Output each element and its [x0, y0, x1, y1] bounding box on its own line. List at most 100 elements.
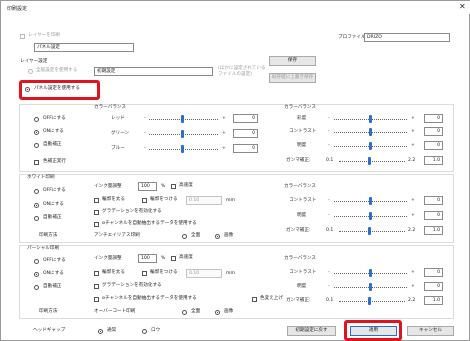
green-slider-thumb[interactable] — [181, 130, 184, 138]
color-balance-label: カラーバランス — [94, 105, 127, 110]
white-on-radio[interactable] — [34, 203, 39, 208]
partial-gradient-label: グラデーションを有効化する — [102, 283, 162, 288]
gamma-value-field[interactable]: 1.0 — [424, 156, 443, 165]
partial-mm-label: mm — [226, 271, 235, 276]
green-minus: - — [144, 131, 146, 136]
restore-defaults-button[interactable]: 初期設定に戻す — [287, 326, 336, 336]
use-general-settings-label: 全般設定を使用する — [36, 68, 78, 73]
partial-contrast-thumb[interactable] — [369, 269, 372, 277]
saturation-slider-thumb[interactable] — [369, 115, 372, 123]
use-general-settings-radio[interactable] — [28, 69, 33, 74]
white-contrast-thumb[interactable] — [369, 197, 372, 205]
blue-value-field[interactable]: 0 — [233, 144, 258, 153]
save-button[interactable]: 保存 — [269, 56, 316, 66]
color-auto-radio[interactable] — [34, 143, 39, 148]
profile-select[interactable]: DRIZO — [364, 33, 450, 42]
contrast-slider-thumb[interactable] — [369, 128, 372, 136]
saturation-minus: - — [328, 116, 330, 121]
white-highspeed-checkbox[interactable] — [171, 184, 176, 189]
white-alpha-label: αチャンネルを自動抽出するデータを使用する — [102, 221, 197, 226]
white-contrast-field[interactable]: 0 — [424, 196, 443, 205]
partial-auto-radio[interactable] — [34, 285, 39, 290]
color-execute-checkbox[interactable] — [34, 160, 39, 165]
contrast-minus: - — [328, 129, 330, 134]
partial-gamma-field[interactable]: 1.0 — [424, 296, 443, 305]
partial-ink-field[interactable]: 100 — [138, 254, 157, 263]
partial-alpha-label: αチャンネルを自動抽出するデータを使用する — [102, 296, 197, 301]
cancel-button[interactable]: キャンセル — [407, 326, 454, 336]
partial-print-group — [19, 245, 454, 319]
green-value-field[interactable]: 0 — [233, 129, 258, 138]
head-gap-normal-label: 通常 — [107, 328, 117, 333]
color-on-radio[interactable] — [34, 130, 39, 135]
white-gamma-thumb[interactable] — [368, 227, 371, 235]
white-alpha-checkbox[interactable] — [94, 222, 99, 227]
partial-contrast-plus: + — [411, 270, 415, 275]
close-icon[interactable]: ✕ — [459, 2, 466, 11]
gamma-slider-thumb[interactable] — [368, 157, 371, 165]
head-gap-low-radio[interactable] — [142, 329, 147, 334]
partial-all-radio[interactable] — [182, 310, 187, 315]
partial-gradient-checkbox[interactable] — [94, 284, 99, 289]
color-on-label: ONにする — [43, 129, 64, 134]
luminance-minus: - — [328, 143, 330, 148]
partial-luminance-plus: + — [411, 284, 415, 289]
partial-image-radio[interactable] — [215, 310, 220, 315]
luminance-slider-thumb[interactable] — [369, 142, 372, 150]
partial-edge-width-field[interactable]: 0.10 — [186, 269, 222, 278]
white-edge-width-field[interactable]: 0.10 — [186, 196, 222, 205]
highlight-panel-radio — [19, 80, 100, 100]
partial-alpha-checkbox[interactable] — [94, 297, 99, 302]
red-label: レッド — [111, 116, 125, 121]
partial-overcoat-label: オーバーコート印刷 — [94, 309, 136, 314]
partial-luminance-thumb[interactable] — [369, 283, 372, 291]
white-auto-radio[interactable] — [34, 216, 39, 221]
partial-on-radio[interactable] — [34, 272, 39, 277]
red-value-field[interactable]: 0 — [233, 114, 258, 123]
white-off-radio[interactable] — [34, 189, 39, 194]
white-ink-field[interactable]: 100 — [138, 182, 157, 191]
luminance-plus: + — [411, 143, 415, 148]
partial-off-radio[interactable] — [34, 259, 39, 264]
partial-luminance-field[interactable]: 0 — [424, 282, 443, 291]
partial-contrast-field[interactable]: 0 — [424, 268, 443, 277]
white-gamma-label: ガンマ補正: — [286, 228, 311, 233]
template-field[interactable]: 初期設定 — [94, 67, 213, 76]
gamma-max: 2.2 — [408, 158, 416, 163]
luminance-label: 明度 — [297, 143, 307, 148]
red-slider-thumb[interactable] — [181, 115, 184, 123]
green-label: グリーン — [111, 131, 130, 136]
white-luminance-field[interactable]: 0 — [424, 211, 443, 220]
print-layer-checkbox[interactable] — [20, 34, 25, 39]
partial-edge2-checkbox[interactable] — [142, 271, 147, 276]
head-gap-normal-radio[interactable] — [98, 329, 103, 334]
saturation-value-field[interactable]: 0 — [424, 114, 443, 123]
white-gamma-field[interactable]: 1.0 — [424, 226, 443, 235]
white-gradient-checkbox[interactable] — [94, 210, 99, 215]
gamma-label: ガンマ補正: — [286, 158, 311, 163]
contrast-plus: + — [411, 129, 415, 134]
partial-edge2-label: 輪郭をつける — [150, 270, 178, 275]
white-edge2-checkbox[interactable] — [142, 198, 147, 203]
panel-name-field[interactable]: パネル設定 — [34, 43, 134, 52]
white-edge-checkbox[interactable] — [94, 198, 99, 203]
partial-cancel-checkbox[interactable] — [252, 297, 257, 302]
contrast-value-field[interactable]: 0 — [424, 127, 443, 136]
profile-label: プロファイル — [338, 35, 366, 40]
red-plus: + — [222, 116, 226, 121]
partial-highspeed-checkbox[interactable] — [171, 256, 176, 261]
white-all-radio[interactable] — [182, 234, 187, 239]
color-off-radio[interactable] — [34, 117, 39, 122]
white-luminance-thumb[interactable] — [369, 212, 372, 220]
overwrite-button[interactable]: 既存値に上書き保存 — [269, 73, 316, 83]
partial-auto-label: 自動補正 — [43, 284, 62, 289]
blue-slider-thumb[interactable] — [181, 145, 184, 153]
white-method-label: 印刷方法 — [39, 233, 58, 238]
white-image-radio[interactable] — [215, 234, 220, 239]
partial-edge-checkbox[interactable] — [94, 271, 99, 276]
partial-image-label: 画像 — [224, 309, 234, 314]
partial-gamma-thumb[interactable] — [368, 297, 371, 305]
luminance-value-field[interactable]: 0 — [424, 141, 443, 150]
white-ink-pct: % — [161, 184, 166, 189]
partial-gamma-track — [339, 301, 405, 302]
